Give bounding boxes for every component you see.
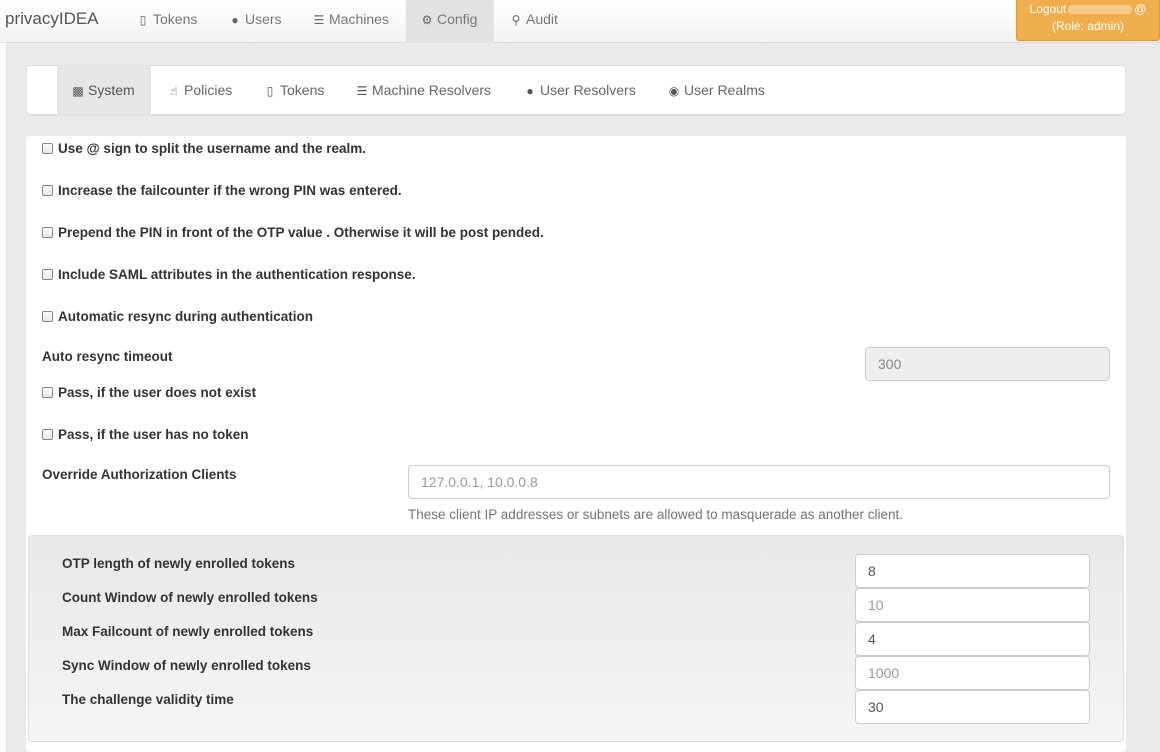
setting-saml: Include SAML attributes in the authentic… — [42, 267, 416, 282]
mobile-icon: ▯ — [139, 13, 147, 27]
sync-window-label: Sync Window of newly enrolled tokens — [62, 658, 311, 673]
user-icon: ● — [526, 84, 534, 98]
tab-system[interactable]: ▩ System — [57, 66, 151, 114]
failcounter-checkbox[interactable] — [42, 185, 53, 196]
split-at-checkbox[interactable] — [42, 143, 53, 154]
count-window-label: Count Window of newly enrolled tokens — [62, 590, 318, 605]
count-window-input[interactable]: 10 — [855, 588, 1090, 622]
otp-length-label: OTP length of newly enrolled tokens — [62, 556, 296, 571]
auto-resync-checkbox[interactable] — [42, 311, 53, 322]
redacted-username — [1068, 5, 1133, 15]
pass-no-token-checkbox[interactable] — [42, 429, 53, 440]
challenge-validity-label: The challenge validity time — [62, 692, 234, 707]
nav-audit[interactable]: ⚲ Audit — [500, 0, 558, 43]
server-icon: ☰ — [313, 13, 325, 27]
logout-button[interactable]: Logout @ (Role: admin) — [1016, 0, 1160, 41]
search-icon: ⚲ — [511, 13, 521, 27]
tab-tokens[interactable]: ▯ Tokens — [263, 66, 325, 114]
auto-resync-timeout-field[interactable]: 300 — [865, 347, 1110, 381]
tab-machine-resolvers[interactable]: ☰ Machine Resolvers — [355, 66, 491, 114]
nav-config[interactable]: ⚙ Config — [406, 0, 494, 43]
nav-machines[interactable]: ☰ Machines — [302, 0, 403, 43]
pass-no-user-checkbox[interactable] — [42, 387, 53, 398]
override-clients-help: These client IP addresses or subnets are… — [408, 507, 904, 522]
setting-auto-resync: Automatic resync during authentication — [42, 309, 313, 324]
nav-tokens[interactable]: ▯ Tokens — [126, 0, 207, 43]
tab-policies[interactable]: ☝ Policies — [167, 66, 232, 114]
setting-pass-no-user: Pass, if the user does not exist — [42, 385, 256, 400]
override-clients-label: Override Authorization Clients — [42, 467, 237, 482]
max-failcount-label: Max Failcount of newly enrolled tokens — [62, 624, 314, 639]
mobile-icon: ▯ — [266, 84, 274, 98]
server-icon: ☰ — [356, 84, 368, 98]
sync-window-input[interactable]: 1000 — [855, 656, 1090, 690]
hand-pointer-icon: ☝ — [170, 84, 178, 98]
setting-failcounter: Increase the failcounter if the wrong PI… — [42, 183, 402, 198]
auto-resync-timeout-label: Auto resync timeout — [42, 349, 173, 364]
setting-split-at: Use @ sign to split the username and the… — [42, 141, 366, 156]
setting-pass-no-token: Pass, if the user has no token — [42, 427, 249, 442]
override-clients-input[interactable]: 127.0.0.1, 10.0.0.8 — [408, 465, 1110, 499]
nav-users[interactable]: ● Users — [218, 0, 292, 43]
user-icon: ● — [231, 13, 239, 27]
top-navbar: privacyIDEA ▯ Tokens ● Users ☰ Machines ⚙ Co… — [0, 0, 1160, 43]
config-subnav: ▩ System ☝ Policies ▯ Tokens ☰ Machine Resol… — [26, 65, 1126, 115]
max-failcount-input[interactable]: 4 — [855, 622, 1090, 656]
tab-user-realms[interactable]: ◉ User Realms — [667, 66, 765, 114]
setting-prepend-pin: Prepend the PIN in front of the OTP valu… — [42, 225, 544, 240]
tab-user-resolvers[interactable]: ● User Resolvers — [523, 66, 635, 114]
briefcase-icon: ▩ — [72, 84, 84, 98]
globe-icon: ◉ — [668, 84, 680, 98]
cog-icon: ⚙ — [421, 13, 433, 27]
brand-logo[interactable]: privacyIDEA — [5, 9, 99, 29]
saml-checkbox[interactable] — [42, 269, 53, 280]
otp-length-input[interactable]: 8 — [855, 554, 1090, 588]
challenge-validity-input[interactable]: 30 — [855, 690, 1090, 724]
prepend-pin-checkbox[interactable] — [42, 227, 53, 238]
